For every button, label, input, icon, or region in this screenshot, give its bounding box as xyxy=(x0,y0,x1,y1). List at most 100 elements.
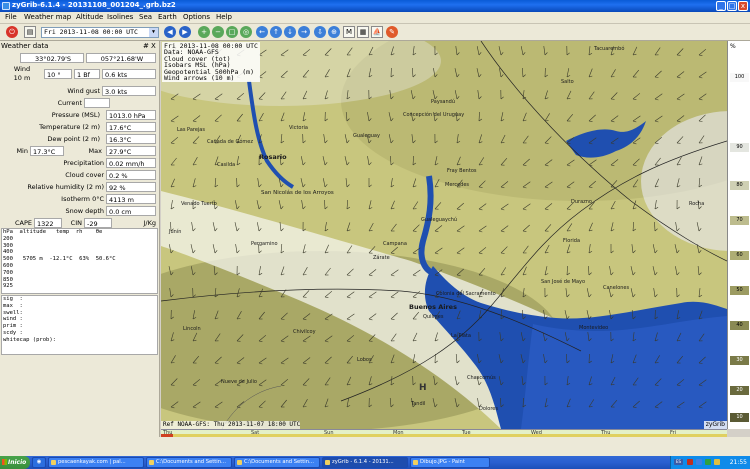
prev-date-icon[interactable]: ◀ xyxy=(164,26,176,38)
map-right-icon[interactable]: → xyxy=(298,26,310,38)
menu-options[interactable]: Options xyxy=(183,13,210,21)
taskbar-item[interactable]: C:\Documents and Settin... xyxy=(234,457,320,468)
language-indicator[interactable]: ES xyxy=(674,459,683,465)
panel-title: Weather data xyxy=(1,42,49,50)
minimize-button[interactable]: _ xyxy=(716,1,726,11)
city-label: Canelones xyxy=(603,285,630,291)
weather-map[interactable]: Fri 2013-11-08 00:00 UTC Data: NOAA-GFS … xyxy=(161,41,727,429)
city-label: Rocha xyxy=(689,201,705,207)
timeline-day: Tue xyxy=(462,430,471,436)
city-label: Paysandú xyxy=(431,99,455,105)
map-left-icon[interactable]: ← xyxy=(256,26,268,38)
taskbar-item[interactable]: Dibujo.JPG - Paint xyxy=(410,457,490,468)
isotherm-label: Isotherm 0°C xyxy=(61,195,104,203)
metar-icon[interactable]: M xyxy=(343,26,355,38)
city-label: Dolores xyxy=(479,406,498,412)
city-label: Las Parejas xyxy=(177,127,205,133)
scale-tick: 10 xyxy=(730,413,749,422)
scale-tick: 40 xyxy=(730,321,749,330)
city-label: San Nicolás de los Arroyos xyxy=(261,190,334,196)
city-label: La Plata xyxy=(451,333,471,339)
taskbar-item-label: C:\Documents and Settin... xyxy=(156,459,226,465)
zoom-in-icon[interactable]: + xyxy=(198,26,210,38)
scale-tick: 30 xyxy=(730,356,749,365)
city-label: Concepción del Uruguay xyxy=(403,112,465,118)
city-label: Victoria xyxy=(289,125,308,131)
city-label: Fray Bentos xyxy=(447,168,477,174)
temperature-value: 17.6°C xyxy=(106,122,156,132)
timeline-day: Fri xyxy=(670,430,676,436)
timeline-bar[interactable]: Thu Sat Sun Mon Tue Wed Thu Fri xyxy=(161,429,727,437)
city-label: Campana xyxy=(383,241,407,247)
scale-tick: 60 xyxy=(730,251,749,260)
menu-help[interactable]: Help xyxy=(216,13,232,21)
zygrib-icon xyxy=(325,460,330,465)
download-grib-icon[interactable]: ⇩ xyxy=(314,26,326,38)
city-label: San José de Mayo xyxy=(541,279,586,285)
paint-icon xyxy=(413,460,418,465)
window-titlebar[interactable]: zyGrib-6.1.4 - 20131108_001204_.grb.bz2 … xyxy=(0,0,750,12)
close-button[interactable]: x xyxy=(738,1,748,11)
zoom-selection-icon[interactable]: □ xyxy=(226,26,238,38)
map-credit-label: zyGrib xyxy=(703,421,727,429)
taskbar-item-label: pescaenkayak.com | pal... xyxy=(58,459,126,465)
city-label: Lobos xyxy=(357,357,372,363)
scale-tick: 50 xyxy=(730,286,749,295)
clock: 21:55 xyxy=(729,459,747,466)
menu-weather-map[interactable]: Weather map xyxy=(24,13,71,21)
timeline-day: Thu xyxy=(601,430,611,436)
panel-close-icon[interactable]: X xyxy=(151,42,156,50)
maximize-button[interactable]: □ xyxy=(727,1,737,11)
map-down-icon[interactable]: ↓ xyxy=(284,26,296,38)
start-button[interactable]: Inicio xyxy=(0,456,30,469)
firefox-quicklaunch-icon[interactable]: ◉ xyxy=(32,457,46,468)
quit-icon[interactable]: ⏻ xyxy=(6,26,18,38)
city-label: Casilda xyxy=(217,162,236,168)
map-info-box: Fri 2013-11-08 00:00 UTC Data: NOAA-GFS … xyxy=(162,42,260,83)
taskbar-item[interactable]: C:\Documents and Settin... xyxy=(146,457,232,468)
zoom-all-icon[interactable]: ◎ xyxy=(240,26,252,38)
chevron-down-icon[interactable]: ▼ xyxy=(149,28,158,37)
zoom-out-icon[interactable]: − xyxy=(212,26,224,38)
pressure-value: 1013.0 hPa xyxy=(106,110,156,120)
menu-file[interactable]: File xyxy=(5,13,17,21)
security-alert-icon[interactable] xyxy=(687,459,693,465)
atlantic-ocean xyxy=(521,316,727,429)
volume-icon[interactable] xyxy=(714,459,720,465)
select-area-icon[interactable]: ⊕ xyxy=(328,26,340,38)
menu-sea[interactable]: Sea xyxy=(139,13,152,21)
timeline-day: Sat xyxy=(251,430,260,436)
menu-earth[interactable]: Earth xyxy=(158,13,177,21)
longitude-value: 057°21.68'W xyxy=(86,53,156,63)
status-bar xyxy=(0,437,750,457)
wind-bf-value: 1 Bf xyxy=(74,69,100,79)
timeline-day: Sun xyxy=(324,430,334,436)
wind-gust-label: Wind gust xyxy=(67,87,100,95)
altitude-table: hPa altitude temp rh θe 200 300 400 500 … xyxy=(1,228,158,294)
pin-icon[interactable]: # xyxy=(143,42,149,50)
city-label: Cañada de Gómez xyxy=(207,139,253,145)
zygrib-app-icon xyxy=(2,2,10,10)
current-value xyxy=(84,98,110,108)
map-up-icon[interactable]: ↑ xyxy=(270,26,282,38)
boat-icon[interactable]: ⛵ xyxy=(371,26,383,38)
scale-unit: % xyxy=(730,43,736,50)
taskbar-item[interactable]: pescaenkayak.com | pal... xyxy=(48,457,144,468)
meteotable-icon[interactable]: ▦ xyxy=(357,26,369,38)
antivirus-icon[interactable] xyxy=(705,459,711,465)
scale-tick: 100 xyxy=(730,73,749,82)
next-date-icon[interactable]: ▶ xyxy=(179,26,191,38)
wrench-icon[interactable]: ✎ xyxy=(386,26,398,38)
pressure-label: Pressure (MSL) xyxy=(51,111,100,119)
max-temp-value: 27.9°C xyxy=(106,146,156,156)
menu-isolines[interactable]: Isolines xyxy=(107,13,133,21)
network-icon[interactable] xyxy=(696,459,702,465)
date-selector[interactable]: Fri 2013-11-08 00:00 UTC ▼ xyxy=(41,27,159,38)
cin-value: -29 xyxy=(84,218,112,228)
timeline-day: Mon xyxy=(393,430,404,436)
city-label: Gualeguaychú xyxy=(421,217,458,223)
open-file-icon[interactable]: ▤ xyxy=(24,26,36,38)
menu-altitude[interactable]: Altitude xyxy=(76,13,103,21)
taskbar-item-active[interactable]: zyGrib - 6.1.4 - 20131... xyxy=(322,457,408,468)
city-label: Gualeguay xyxy=(353,133,380,139)
